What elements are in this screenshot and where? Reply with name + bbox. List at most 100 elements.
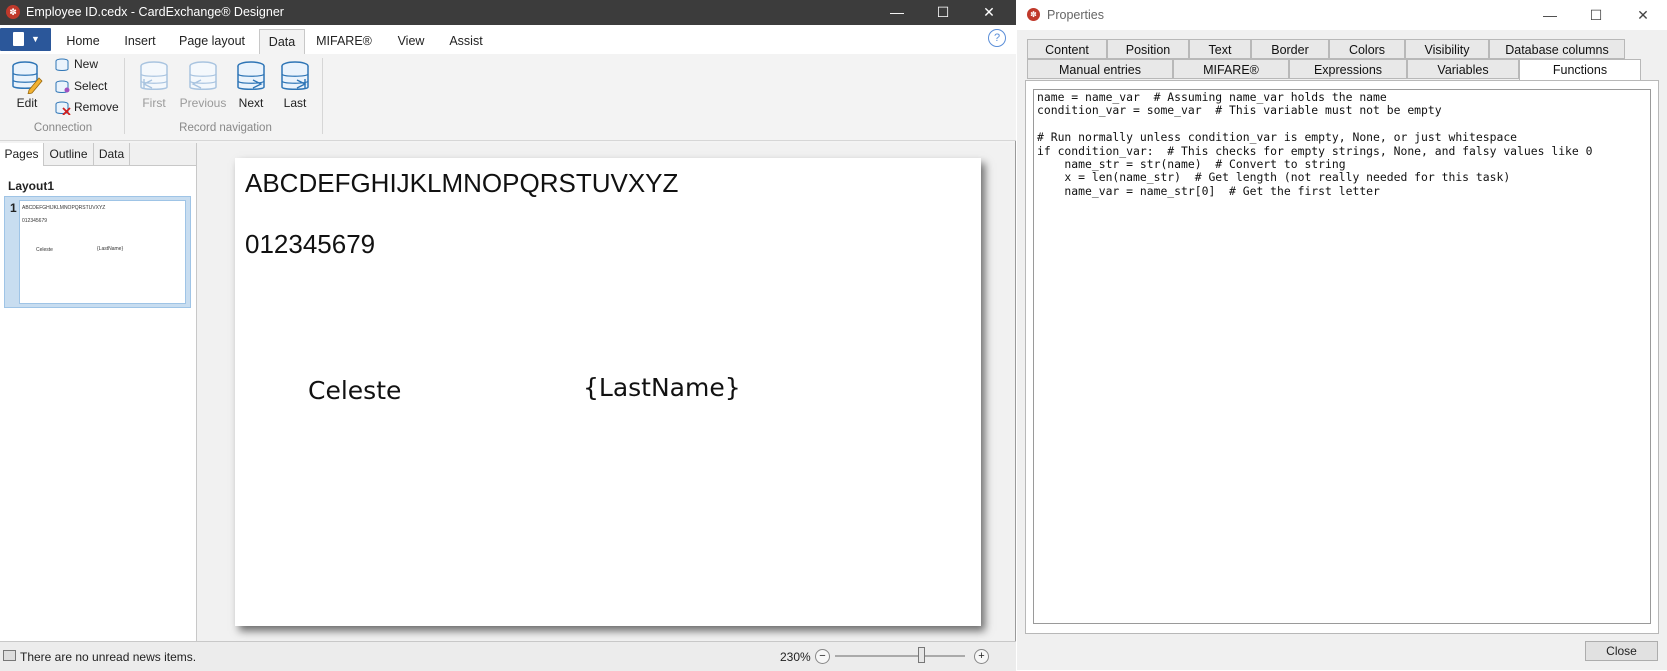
app-logo-icon: ✽	[1027, 8, 1040, 21]
digits-text[interactable]: 012345679	[245, 229, 375, 260]
close-icon[interactable]: ✕	[1620, 0, 1666, 30]
tab-manual-entries[interactable]: Manual entries	[1027, 59, 1173, 79]
help-icon[interactable]: ?	[988, 29, 1006, 47]
code-line: condition_var = some_var # This variable…	[1037, 103, 1442, 118]
properties-title-bar: ✽ Properties — ☐ ✕	[1017, 0, 1667, 30]
remove-button[interactable]: Remove	[55, 100, 119, 118]
tab-data-pane[interactable]: Data	[94, 143, 130, 165]
alphabet-text[interactable]: ABCDEFGHIJKLMNOPQRSTUVXYZ	[245, 168, 678, 199]
pane-tab-bar: Pages Outline Data	[0, 143, 196, 166]
tab-position[interactable]: Position	[1107, 39, 1189, 59]
group-separator	[322, 58, 323, 134]
remove-label: Remove	[74, 100, 119, 114]
tab-mifare[interactable]: MIFARE®	[313, 29, 375, 54]
news-status: There are no unread news items.	[20, 650, 197, 664]
document-icon	[13, 32, 24, 46]
zoom-out-button[interactable]: −	[815, 649, 830, 664]
tab-view[interactable]: View	[388, 29, 434, 54]
zoom-slider[interactable]	[835, 655, 965, 657]
select-label: Select	[74, 79, 108, 93]
thumb-alphabet: ABCDEFGHIJKLMNOPQRSTUVXYZ	[22, 205, 106, 211]
maximize-icon[interactable]: ☐	[920, 0, 966, 25]
minimize-icon[interactable]: —	[1527, 0, 1573, 30]
zoom-in-button[interactable]: +	[974, 649, 989, 664]
edit-button[interactable]: Edit	[6, 58, 48, 114]
title-bar: ✽ Employee ID.cedx - CardExchange® Desig…	[0, 0, 1016, 25]
tab-variables[interactable]: Variables	[1407, 59, 1519, 79]
last-record-button[interactable]: Last	[274, 58, 316, 114]
properties-dialog: ✽ Properties — ☐ ✕ Content Position Text…	[1017, 0, 1667, 670]
status-bar: There are no unread news items. 230% − +	[0, 641, 1016, 671]
thumb-digits: 012345679	[22, 218, 48, 224]
tab-functions[interactable]: Functions	[1519, 59, 1641, 80]
layout-title: Layout1	[8, 179, 55, 193]
database-edit-icon	[12, 61, 43, 94]
database-first-icon	[140, 61, 168, 90]
chevron-down-icon: ▼	[31, 34, 40, 44]
first-record-button[interactable]: First	[133, 58, 175, 114]
previous-record-button[interactable]: Previous	[176, 58, 230, 114]
design-canvas: ABCDEFGHIJKLMNOPQRSTUVXYZ 012345679 Cele…	[197, 143, 1015, 641]
thumb-last-name: {LastName}	[97, 246, 124, 252]
news-icon	[3, 650, 16, 661]
group-separator	[124, 58, 125, 134]
code-line: x = len(name_str) # Get length (not real…	[1037, 170, 1511, 185]
page-number: 1	[10, 201, 17, 215]
database-last-icon	[281, 61, 309, 90]
tab-colors[interactable]: Colors	[1329, 39, 1405, 59]
ribbon-tab-bar: ▼ Home Insert Page layout Data MIFARE® V…	[0, 25, 1016, 54]
tab-page-layout[interactable]: Page layout	[172, 29, 252, 54]
tab-visibility[interactable]: Visibility	[1405, 39, 1489, 59]
tab-assist[interactable]: Assist	[442, 29, 490, 54]
tab-data[interactable]: Data	[259, 29, 305, 54]
maximize-icon[interactable]: ☐	[1573, 0, 1619, 30]
last-label: Last	[283, 96, 307, 110]
functions-code-editor[interactable]: name = name_var # Assuming name_var hold…	[1033, 89, 1651, 624]
file-menu-button[interactable]: ▼	[0, 28, 51, 51]
tab-content[interactable]: Content	[1027, 39, 1107, 59]
zoom-level: 230%	[780, 650, 811, 664]
card-layout[interactable]: ABCDEFGHIJKLMNOPQRSTUVXYZ 012345679 Cele…	[235, 158, 981, 626]
tab-insert[interactable]: Insert	[116, 29, 164, 54]
tab-border[interactable]: Border	[1251, 39, 1329, 59]
tab-text[interactable]: Text	[1189, 39, 1251, 59]
tab-outline[interactable]: Outline	[44, 143, 94, 165]
first-name-text[interactable]: Celeste	[308, 376, 401, 405]
page-thumbnail: ABCDEFGHIJKLMNOPQRSTUVXYZ 012345679 Cele…	[20, 201, 185, 303]
code-line: name_var = name_str[0] # Get the first l…	[1037, 183, 1380, 198]
page-thumbnail-item[interactable]: 1 ABCDEFGHIJKLMNOPQRSTUVXYZ 012345679 Ce…	[4, 196, 191, 308]
database-remove-icon	[55, 101, 71, 115]
database-new-icon	[55, 58, 69, 71]
thumb-first-name: Celeste	[36, 247, 53, 253]
app-logo-icon: ✽	[6, 5, 20, 19]
record-navigation-group-label: Record navigation	[179, 122, 272, 134]
code-line: name_str = str(name) # Convert to string	[1037, 157, 1346, 172]
code-line: # Run normally unless condition_var is e…	[1037, 130, 1518, 145]
database-previous-icon	[189, 61, 217, 90]
pages-pane: Pages Outline Data Layout1 1 ABCDEFGHIJK…	[0, 143, 197, 641]
first-label: First	[142, 96, 166, 110]
new-button[interactable]: New	[55, 57, 98, 75]
designer-window: ✽ Employee ID.cedx - CardExchange® Desig…	[0, 0, 1016, 671]
minimize-icon[interactable]: —	[874, 0, 920, 25]
code-line: if condition_var: # This checks for empt…	[1037, 143, 1593, 158]
next-record-button[interactable]: Next	[230, 58, 272, 114]
code-line: name = name_var # Assuming name_var hold…	[1037, 90, 1387, 104]
tab-pages[interactable]: Pages	[0, 143, 44, 166]
close-button[interactable]: Close	[1585, 641, 1658, 661]
tab-expressions[interactable]: Expressions	[1289, 59, 1407, 79]
properties-title: Properties	[1047, 8, 1104, 22]
close-icon[interactable]: ✕	[966, 0, 1012, 25]
database-select-icon	[55, 80, 70, 93]
new-label: New	[74, 57, 99, 71]
tab-mifare-props[interactable]: MIFARE®	[1173, 59, 1289, 79]
last-name-field[interactable]: {LastName}	[583, 373, 741, 402]
select-button[interactable]: Select	[55, 79, 107, 97]
previous-label: Previous	[179, 96, 227, 110]
tab-database-columns[interactable]: Database columns	[1489, 39, 1625, 59]
tab-home[interactable]: Home	[58, 29, 108, 54]
window-title: Employee ID.cedx - CardExchange® Designe…	[26, 5, 284, 19]
zoom-slider-thumb[interactable]	[917, 647, 925, 663]
ribbon-body: Edit New Select Remove Connection First …	[0, 54, 1016, 141]
